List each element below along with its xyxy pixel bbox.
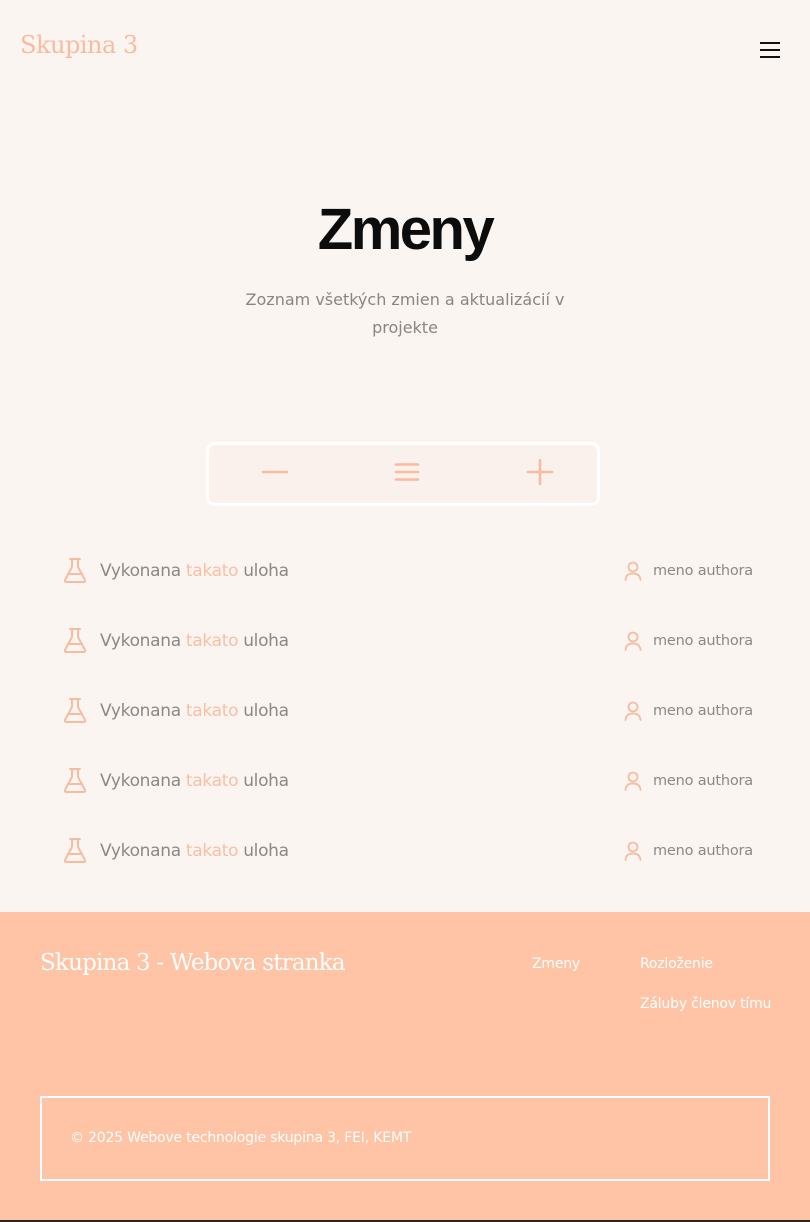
hamburger-menu-icon[interactable]: [756, 36, 784, 64]
highlight-word: takato: [185, 701, 239, 721]
flask-icon: [63, 558, 87, 583]
site-header: Skupina 3: [0, 0, 810, 100]
footer-link-rozlozenie[interactable]: Rozloženie: [640, 956, 713, 972]
user-icon: [624, 701, 642, 721]
list-icon[interactable]: [387, 457, 427, 493]
flask-icon: [63, 628, 87, 653]
list-item: Vykonana takato uloha meno authora: [60, 607, 753, 677]
list-controls: [206, 442, 600, 506]
user-icon: [624, 631, 642, 651]
user-icon: [624, 561, 642, 581]
flask-icon: [63, 698, 87, 723]
plus-icon[interactable]: [520, 457, 560, 493]
highlight-word: takato: [185, 841, 239, 861]
copyright-box: © 2025 Webove technologie skupina 3, FEI…: [40, 1096, 770, 1181]
site-logo[interactable]: Skupina 3: [20, 31, 138, 59]
list-item: Vykonana takato uloha meno authora: [60, 677, 753, 747]
author-name: meno authora: [653, 843, 753, 859]
copyright-text: © 2025 Webove technologie skupina 3, FEI…: [70, 1130, 412, 1146]
list-item: Vykonana takato uloha meno authora: [60, 537, 753, 607]
highlight-word: takato: [185, 561, 239, 581]
highlight-word: takato: [185, 771, 239, 791]
changes-list: Vykonana takato uloha meno authora Vykonan…: [60, 537, 753, 887]
user-icon: [624, 771, 642, 791]
highlight-word: takato: [185, 631, 239, 651]
flask-icon: [63, 838, 87, 863]
author-name: meno authora: [653, 773, 753, 789]
user-icon: [624, 841, 642, 861]
footer-title: Skupina 3 - Webova stranka: [40, 950, 346, 976]
author-name: meno authora: [653, 563, 753, 579]
footer-link-zmeny[interactable]: Zmeny: [532, 956, 580, 972]
change-description: Vykonana takato uloha: [100, 631, 289, 651]
author-name: meno authora: [653, 703, 753, 719]
change-description: Vykonana takato uloha: [100, 771, 289, 791]
minus-icon[interactable]: [255, 457, 295, 493]
site-footer: Skupina 3 - Webova stranka Zmeny Rozlože…: [0, 912, 810, 1222]
change-description: Vykonana takato uloha: [100, 841, 289, 861]
page-subtitle: Zoznam všetkých zmien a aktualizácií v p…: [245, 290, 565, 337]
change-description: Vykonana takato uloha: [100, 561, 289, 581]
author-name: meno authora: [653, 633, 753, 649]
list-item: Vykonana takato uloha meno authora: [60, 747, 753, 817]
list-item: Vykonana takato uloha meno authora: [60, 817, 753, 887]
change-description: Vykonana takato uloha: [100, 701, 289, 721]
page-title: Zmeny: [317, 197, 495, 262]
footer-link-zaluby[interactable]: Záluby členov tímu: [640, 996, 771, 1012]
flask-icon: [63, 768, 87, 793]
